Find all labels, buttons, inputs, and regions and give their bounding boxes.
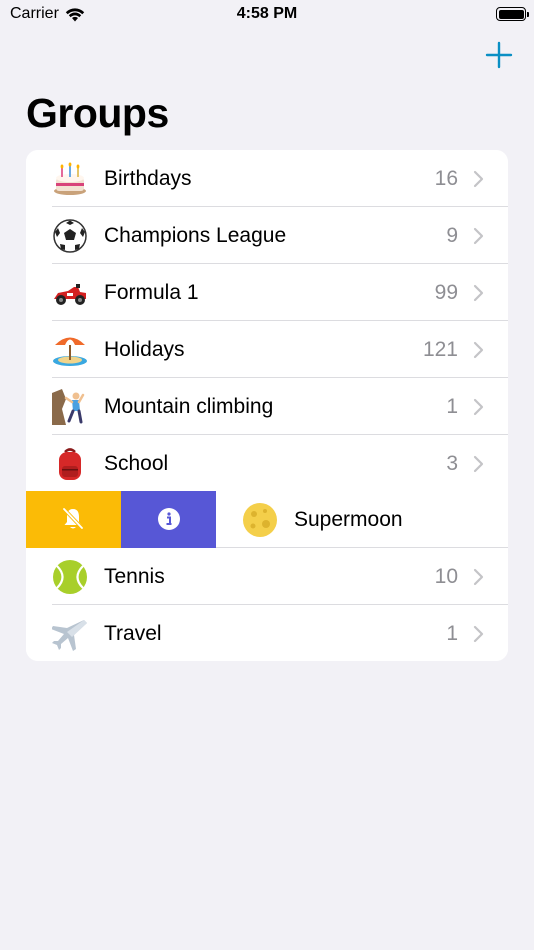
soccer-ball-icon [53,219,87,253]
group-label: Supermoon [294,508,403,531]
group-label: Champions League [104,224,287,247]
race-car-icon [54,284,86,305]
group-count: 3 [446,452,458,475]
backpack-icon [59,448,81,480]
group-count: 1 [446,622,458,645]
group-label: Holidays [104,338,185,361]
page-title: Groups [26,90,169,136]
group-row-formula-1[interactable]: Formula 1 99 [26,264,508,321]
chevron-right-icon [473,284,484,302]
group-count: 99 [434,281,458,304]
mute-action-button[interactable] [26,491,121,548]
beach-umbrella-icon [53,337,87,366]
info-circle-icon [158,508,180,530]
group-row-supermoon-swiped: Supermoon [26,491,508,548]
group-label: Birthdays [104,167,192,190]
birthday-cake-icon [54,162,86,195]
group-label: Mountain climbing [104,395,274,418]
chevron-right-icon [473,625,484,643]
group-row-supermoon[interactable]: Supermoon [216,491,508,548]
group-row-travel[interactable]: Travel 1 [26,605,508,661]
chevron-right-icon [473,568,484,586]
chevron-right-icon [473,398,484,416]
chevron-right-icon [473,170,484,188]
group-row-birthdays[interactable]: Birthdays 16 [26,150,508,207]
chevron-right-icon [473,455,484,473]
chevron-right-icon [473,227,484,245]
group-label: Travel [104,622,162,645]
group-row-holidays[interactable]: Holidays 121 [26,321,508,378]
group-count: 1 [446,395,458,418]
chevron-right-icon [473,341,484,359]
tennis-ball-icon [53,560,87,594]
info-action-button[interactable] [121,491,216,548]
add-group-button[interactable] [482,38,516,72]
group-count: 9 [446,224,458,247]
group-label: Formula 1 [104,281,199,304]
full-moon-icon [243,503,277,537]
airplane-icon [52,620,87,651]
group-count: 121 [422,338,458,361]
status-time: 4:58 PM [236,5,298,22]
climber-icon [52,389,85,425]
bell-slash-icon [62,507,84,530]
group-count: 10 [434,565,458,588]
group-row-champions-league[interactable]: Champions League 9 [26,207,508,264]
group-row-mountain-climbing[interactable]: Mountain climbing 1 [26,378,508,435]
status-bar: Carrier 4:58 PM [0,0,534,30]
battery-icon [496,7,529,21]
groups-list: Birthdays 16 Champions League 9 Formula [26,150,508,661]
group-row-tennis[interactable]: Tennis 10 [26,548,508,605]
group-label: School [104,452,169,475]
group-label: Tennis [104,565,165,588]
group-row-school[interactable]: School 3 [26,435,508,492]
group-count: 16 [434,167,458,190]
